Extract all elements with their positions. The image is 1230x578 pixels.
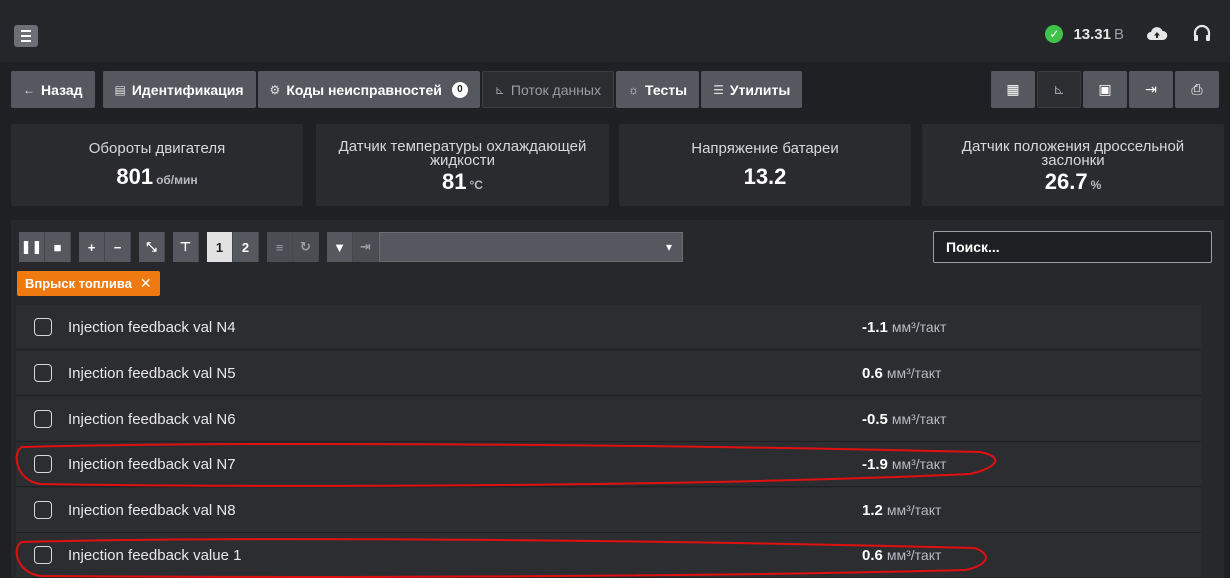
page-1-button[interactable]: 1 — [207, 232, 233, 262]
identification-button[interactable]: ▤ Идентификация — [102, 71, 256, 108]
list-icon: ≡ — [275, 239, 284, 255]
graph-view-button[interactable]: ⊾ — [1037, 71, 1081, 108]
group-select[interactable] — [379, 232, 683, 262]
search-input[interactable]: Поиск... — [933, 231, 1212, 263]
stream-controls: ❚❚ ■ + − ⤡ ⊤ 1 2 ≡ ↻ ▼ ⇥ — [19, 232, 683, 262]
zoom-out-button[interactable]: − — [105, 232, 131, 262]
record-button[interactable]: ▣ — [1083, 71, 1127, 108]
id-card-icon: ▤ — [114, 82, 126, 97]
data-stream-tab[interactable]: ⊾ Поток данных — [481, 71, 614, 108]
row-checkbox[interactable] — [34, 318, 52, 336]
tests-button[interactable]: ☼ Тесты — [616, 71, 700, 108]
row-checkbox[interactable] — [34, 455, 52, 473]
page-2-button[interactable]: 2 — [233, 232, 259, 262]
filter-icon: ▼ — [333, 239, 346, 255]
row-checkbox[interactable] — [34, 410, 52, 428]
pause-button[interactable]: ❚❚ — [19, 232, 45, 262]
lightbulb-icon: ☼ — [628, 82, 639, 97]
pause-icon: ❚❚ — [20, 239, 43, 254]
print-button[interactable]: ⎙ — [1175, 71, 1219, 108]
battery-voltage: 13.31 В — [1073, 25, 1124, 43]
zoom-in-button[interactable]: + — [79, 232, 105, 262]
row-checkbox[interactable] — [34, 364, 52, 382]
export-button[interactable]: ⇥ — [353, 232, 379, 262]
plus-icon: + — [87, 239, 96, 255]
hamburger-menu-button[interactable] — [14, 25, 38, 47]
table-row[interactable]: Injection feedback val N4 -1.1 мм³/такт — [16, 305, 1201, 350]
arrow-left-icon: ← — [23, 82, 35, 97]
reset-button[interactable]: ↻ — [293, 232, 319, 262]
row-checkbox[interactable] — [34, 501, 52, 519]
sign-in-icon: ⇥ — [1145, 81, 1157, 97]
table-row[interactable]: Injection feedback val N7 -1.9 мм³/такт — [16, 442, 1201, 487]
stop-button[interactable]: ■ — [45, 232, 71, 262]
status-area: ✓ 13.31 В — [1045, 24, 1212, 44]
dtc-count-badge: 0 — [451, 81, 468, 98]
battery-voltage-card: Напряжение батареи 13.2 — [619, 124, 911, 206]
data-stream-panel: ❚❚ ■ + − ⤡ ⊤ 1 2 ≡ ↻ ▼ ⇥ Поиск... Впрыск… — [11, 220, 1224, 578]
main-toolbar: ← Назад ▤ Идентификация ⚙ Коды неисправност… — [11, 71, 803, 108]
print-icon: ⎙ — [1191, 81, 1203, 97]
compress-icon: ⤡ — [146, 239, 157, 254]
close-icon[interactable]: ✕ — [140, 275, 152, 292]
align-icon: ⊤ — [179, 239, 192, 254]
headset-icon[interactable] — [1192, 24, 1212, 44]
filter-clear-button[interactable]: ▼ — [327, 232, 353, 262]
chart-icon: ⊾ — [1053, 81, 1065, 97]
table-row[interactable]: Injection feedback val N6 -0.5 мм³/такт — [16, 397, 1201, 442]
import-button[interactable]: ⇥ — [1129, 71, 1173, 108]
view-tools: ▦ ⊾ ▣ ⇥ ⎙ — [991, 71, 1219, 108]
grid-icon: ▦ — [1006, 81, 1020, 97]
chart-line-icon: ⊾ — [494, 82, 505, 97]
connected-check-icon: ✓ — [1045, 25, 1064, 43]
cloud-upload-icon[interactable] — [1146, 25, 1168, 43]
stop-icon: ■ — [53, 239, 62, 255]
record-frame-icon: ▣ — [1098, 81, 1112, 97]
rpm-card: Обороты двигателя 801 об/мин — [11, 124, 303, 206]
dtc-button[interactable]: ⚙ Коды неисправностей 0 — [257, 71, 480, 108]
minus-icon: − — [113, 239, 122, 255]
list-button[interactable]: ≡ — [267, 232, 293, 262]
table-row[interactable]: Injection feedback val N8 1.2 мм³/такт — [16, 488, 1201, 533]
throttle-position-card: Датчик положения дроссельной заслонки 26… — [922, 124, 1224, 206]
utilities-button[interactable]: ☰ Утилиты — [701, 71, 803, 108]
engine-icon: ⚙ — [269, 82, 281, 97]
table-row[interactable]: Injection feedback val N5 0.6 мм³/такт — [16, 351, 1201, 396]
coolant-temp-card: Датчик температуры охлаждающей жидкости … — [316, 124, 609, 206]
collapse-button[interactable]: ⤡ — [139, 232, 165, 262]
row-checkbox[interactable] — [34, 546, 52, 564]
arrow-right-bar-icon: ⇥ — [360, 239, 371, 254]
filter-tag: Впрыск топлива ✕ — [17, 271, 160, 296]
back-button[interactable]: ← Назад — [11, 71, 95, 108]
grid-view-button[interactable]: ▦ — [991, 71, 1035, 108]
refresh-icon: ↻ — [300, 239, 311, 254]
align-button[interactable]: ⊤ — [173, 232, 199, 262]
top-bar: ✓ 13.31 В — [0, 0, 1230, 62]
table-row[interactable]: Injection feedback value 1 0.6 мм³/такт — [16, 533, 1201, 578]
sliders-icon: ☰ — [713, 82, 724, 97]
